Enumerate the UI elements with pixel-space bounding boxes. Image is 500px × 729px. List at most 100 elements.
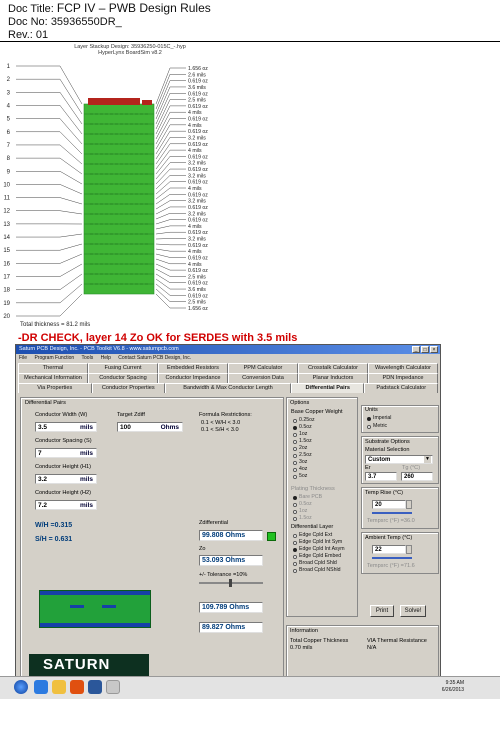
stackup-title: Layer Stackup Design: 35936250-015C_-.hy… <box>30 44 230 56</box>
ie-icon[interactable] <box>34 680 48 694</box>
chevron-down-icon: ▼ <box>424 456 431 463</box>
tab-conductor-spacing[interactable]: Conductor Spacing <box>88 373 158 383</box>
layer-number: 6 <box>7 130 11 136</box>
er-input[interactable]: 3.7 <box>365 472 397 481</box>
plating-radio-2[interactable]: 1oz <box>293 508 322 515</box>
thickness-label: 0.619 oz <box>188 255 208 261</box>
menu-tools[interactable]: Tools <box>82 355 94 361</box>
tg-input[interactable]: 260 <box>401 472 433 481</box>
doc-title-label: Doc Title: <box>8 3 54 15</box>
thickness-leader-line <box>155 243 186 246</box>
tab-conversion-data[interactable]: Conversion Data <box>228 373 298 383</box>
thickness-label: 2.5 mils <box>188 300 206 306</box>
menu-file[interactable]: File <box>19 355 27 361</box>
diff-layer-radio-1[interactable]: Edge Cpld Int Sym <box>293 539 345 546</box>
conductor-height1-input[interactable]: 3.2 mils <box>35 474 97 484</box>
tab-wavelength-calculator[interactable]: Wavelength Calculator <box>368 363 438 373</box>
thickness-label: 0.619 oz <box>188 192 208 198</box>
thickness-label: 0.619 oz <box>188 243 208 249</box>
tab-padstack-calculator[interactable]: Padstack Calculator <box>364 383 438 393</box>
trace-left <box>70 605 84 608</box>
tab-conductor-properties[interactable]: Conductor Properties <box>91 383 166 393</box>
tolerance-slider-thumb[interactable] <box>229 579 232 587</box>
thickness-label: 0.619 oz <box>188 129 208 135</box>
information-group: Information Total Copper Thickness 0.70 … <box>286 625 439 679</box>
solve-button[interactable]: Solve! <box>400 605 426 617</box>
thickness-leader-line <box>155 200 186 210</box>
units-imperial-radio[interactable]: Imperial <box>367 415 391 422</box>
word-icon[interactable] <box>88 680 102 694</box>
tab-fusing-current[interactable]: Fusing Current <box>88 363 158 373</box>
diff-layer-radio-4[interactable]: Broad Cpld Shld <box>293 560 345 567</box>
print-button[interactable]: Print <box>370 605 394 617</box>
base-copper-radio-6[interactable]: 3oz <box>293 459 315 466</box>
ambient-temp-slider[interactable] <box>372 557 412 559</box>
menu-help[interactable]: Help <box>101 355 111 361</box>
tab-ppm-calculator[interactable]: PPM Calculator <box>228 363 298 373</box>
base-copper-radio-7[interactable]: 4oz <box>293 466 315 473</box>
tab-planar-inductors[interactable]: Planar Inductors <box>298 373 368 383</box>
conductor-width-input[interactable]: 3.5 mils <box>35 422 97 432</box>
thickness-leader-line <box>155 187 186 200</box>
base-copper-radio-3[interactable]: 1.5oz <box>293 438 315 445</box>
base-copper-radio-4[interactable]: 2oz <box>293 445 315 452</box>
menu-program-function[interactable]: Program Function <box>34 355 74 361</box>
tab-embedded-resistors[interactable]: Embedded Resistors <box>158 363 228 373</box>
tab-pdn-impedance[interactable]: PDN Impedance <box>368 373 438 383</box>
minimize-button[interactable]: _ <box>412 346 420 353</box>
ambient-temp-input[interactable]: 22 <box>372 545 406 554</box>
diff-layer-radio-3[interactable]: Edge Cpld Embed <box>293 553 345 560</box>
base-copper-radio-8[interactable]: 5oz <box>293 473 315 480</box>
base-copper-radio-0[interactable]: 0.25oz <box>293 417 315 424</box>
plating-radio-0[interactable]: Bare PCB <box>293 494 322 501</box>
conductor-spacing-input[interactable]: 7 mils <box>35 448 97 458</box>
conductor-height2-input[interactable]: 7.2 mils <box>35 500 97 510</box>
target-zdiff-input[interactable]: 100 Ohms <box>117 422 183 432</box>
base-copper-radio-2[interactable]: 1oz <box>293 431 315 438</box>
thickness-label: 2.5 mils <box>188 274 206 280</box>
tab-mechanical-information[interactable]: Mechanical Information <box>18 373 88 383</box>
tab-conductor-impedance[interactable]: Conductor Impedance <box>158 373 228 383</box>
thickness-label: 0.619 oz <box>188 205 208 211</box>
plating-radio-group: Bare PCB 0.5oz 1oz 1.5oz <box>293 494 322 522</box>
menu-contact[interactable]: Contact Saturn PCB Design, Inc. <box>118 355 191 361</box>
media-icon[interactable] <box>70 680 84 694</box>
maximize-button[interactable]: □ <box>421 346 429 353</box>
thickness-leader-line <box>155 283 186 296</box>
layer-number: 20 <box>3 314 10 320</box>
close-button[interactable]: × <box>430 346 438 353</box>
window-controls: _ □ × <box>412 346 438 353</box>
temp-rise-spinner[interactable] <box>406 500 412 509</box>
temp-rise-input[interactable]: 20 <box>372 500 406 509</box>
diff-layer-radio-2[interactable]: Edge Cpld Int Asym <box>293 546 345 553</box>
thickness-label: 1.656 oz <box>188 66 208 72</box>
base-copper-radio-1[interactable]: 0.5oz <box>293 424 315 431</box>
ambient-temp-spinner[interactable] <box>406 545 412 554</box>
start-button-icon[interactable] <box>14 680 28 694</box>
diff-layer-radio-0[interactable]: Edge Cpld Ext <box>293 532 345 539</box>
trace-right <box>102 605 116 608</box>
substrate-title: Substrate Options <box>365 439 410 445</box>
clock-time: 9:35 AM <box>445 680 464 686</box>
tab-crosstalk-calculator[interactable]: Crosstalk Calculator <box>298 363 368 373</box>
base-copper-radio-5[interactable]: 2.5oz <box>293 452 315 459</box>
tab-thermal[interactable]: Thermal <box>18 363 88 373</box>
temp-rise-slider[interactable] <box>372 512 412 514</box>
app-icon[interactable] <box>106 680 120 694</box>
plating-radio-label: 0.5oz <box>299 501 312 507</box>
tab-differential-pairs[interactable]: Differential Pairs <box>290 383 365 393</box>
units-metric-radio[interactable]: Metric <box>367 423 387 430</box>
material-select[interactable]: Custom ▼ <box>365 455 433 464</box>
zdifferential-label: Zdifferential <box>199 520 229 526</box>
window-titlebar: Saturn PCB Design, Inc. - PCB Toolkit V6… <box>16 345 440 354</box>
tolerance-high-output: 109.789 Ohms <box>199 602 263 613</box>
radio-dot-icon <box>293 432 297 437</box>
plating-radio-3[interactable]: 1.5oz <box>293 515 322 522</box>
saturn-logo-text: SATURN <box>43 656 111 673</box>
thickness-leader-line <box>155 258 186 265</box>
tab-via-properties[interactable]: Via Properties <box>18 383 92 393</box>
plating-radio-1[interactable]: 0.5oz <box>293 501 322 508</box>
diff-layer-radio-5[interactable]: Broad Cpld NShld <box>293 567 345 574</box>
explorer-icon[interactable] <box>52 680 66 694</box>
tab-bandwidth-max-length[interactable]: Bandwidth & Max Conductor Length <box>165 383 291 393</box>
